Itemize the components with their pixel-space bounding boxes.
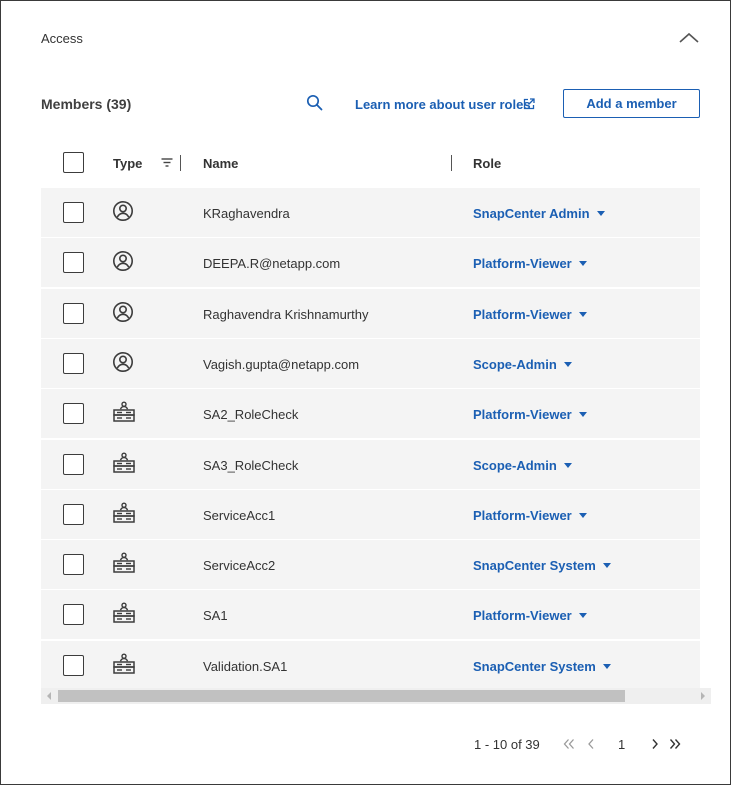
row-checkbox[interactable]: [63, 554, 84, 575]
table-row: Validation.SA1 SnapCenter System: [41, 641, 700, 690]
service-account-icon: [112, 502, 135, 524]
row-checkbox[interactable]: [63, 353, 84, 374]
row-checkbox[interactable]: [63, 655, 84, 676]
service-account-icon: [112, 401, 135, 423]
service-account-icon: [112, 552, 135, 574]
column-header-type: Type: [113, 156, 143, 171]
member-name: Validation.SA1: [203, 659, 288, 674]
external-link-icon[interactable]: [523, 98, 535, 110]
column-resize-handle[interactable]: [180, 155, 181, 171]
role-label: SnapCenter System: [473, 659, 596, 674]
member-name: ServiceAcc1: [203, 508, 276, 523]
member-name: KRaghavendra: [203, 206, 290, 221]
service-account-icon: [112, 602, 135, 624]
table-row: Raghavendra Krishnamurthy Platform-Viewer: [41, 289, 700, 338]
horizontal-scrollbar[interactable]: [41, 688, 711, 704]
search-icon[interactable]: [305, 93, 325, 113]
caret-down-icon: [596, 211, 605, 217]
role-dropdown[interactable]: Platform-Viewer: [473, 508, 587, 523]
role-dropdown[interactable]: SnapCenter System: [473, 558, 611, 573]
role-dropdown[interactable]: SnapCenter System: [473, 659, 611, 674]
row-checkbox[interactable]: [63, 303, 84, 324]
role-dropdown[interactable]: Platform-Viewer: [473, 256, 587, 271]
scroll-left-arrow[interactable]: [47, 692, 51, 700]
caret-down-icon: [578, 613, 587, 619]
caret-down-icon: [563, 362, 572, 368]
members-title: Members (39): [41, 96, 132, 112]
user-circle-icon: [112, 351, 134, 373]
current-page-number[interactable]: 1: [618, 737, 625, 752]
member-name: Vagish.gupta@netapp.com: [203, 357, 360, 372]
table-row: KRaghavendra SnapCenter Admin: [41, 188, 700, 237]
column-header-role: Role: [473, 156, 502, 171]
scrollbar-thumb[interactable]: [58, 690, 625, 702]
role-dropdown[interactable]: SnapCenter Admin: [473, 206, 605, 221]
member-name: Raghavendra Krishnamurthy: [203, 307, 369, 322]
role-label: Platform-Viewer: [473, 307, 572, 322]
role-label: SnapCenter System: [473, 558, 596, 573]
role-dropdown[interactable]: Platform-Viewer: [473, 608, 587, 623]
table-row: ServiceAcc2 SnapCenter System: [41, 540, 700, 589]
select-all-checkbox[interactable]: [63, 152, 84, 173]
row-checkbox[interactable]: [63, 604, 84, 625]
add-member-button[interactable]: Add a member: [563, 89, 700, 118]
role-dropdown[interactable]: Scope-Admin: [473, 357, 572, 372]
table-row: ServiceAcc1 Platform-Viewer: [41, 490, 700, 539]
caret-down-icon: [602, 563, 611, 569]
role-label: Platform-Viewer: [473, 508, 572, 523]
section-title: Access: [41, 31, 83, 46]
role-label: Scope-Admin: [473, 458, 557, 473]
caret-down-icon: [578, 412, 587, 418]
row-checkbox[interactable]: [63, 403, 84, 424]
member-name: ServiceAcc2: [203, 558, 276, 573]
table-row: Vagish.gupta@netapp.com Scope-Admin: [41, 339, 700, 388]
role-label: Scope-Admin: [473, 357, 557, 372]
table-row: DEEPA.R@netapp.com Platform-Viewer: [41, 238, 700, 287]
role-label: SnapCenter Admin: [473, 206, 590, 221]
member-name: SA2_RoleCheck: [203, 407, 299, 422]
member-name: SA3_RoleCheck: [203, 458, 299, 473]
service-account-icon: [112, 452, 135, 474]
double-chevron-left-icon[interactable]: [561, 736, 577, 752]
chevron-left-icon[interactable]: [583, 736, 599, 752]
caret-down-icon: [578, 312, 587, 318]
member-name: SA1: [203, 608, 228, 623]
double-chevron-right-icon[interactable]: [667, 736, 683, 752]
caret-down-icon: [578, 513, 587, 519]
role-dropdown[interactable]: Platform-Viewer: [473, 407, 587, 422]
row-checkbox[interactable]: [63, 202, 84, 223]
service-account-icon: [112, 653, 135, 675]
user-circle-icon: [112, 200, 134, 222]
row-checkbox[interactable]: [63, 252, 84, 273]
table-row: SA2_RoleCheck Platform-Viewer: [41, 389, 700, 438]
row-checkbox[interactable]: [63, 454, 84, 475]
caret-down-icon: [563, 463, 572, 469]
learn-more-link[interactable]: Learn more about user roles: [355, 97, 531, 112]
role-label: Platform-Viewer: [473, 256, 572, 271]
caret-down-icon: [578, 261, 587, 267]
user-circle-icon: [112, 250, 134, 272]
caret-down-icon: [602, 664, 611, 670]
member-name: DEEPA.R@netapp.com: [203, 256, 341, 271]
pagination-range: 1 - 10 of 39: [474, 737, 540, 752]
table-row: SA3_RoleCheck Scope-Admin: [41, 440, 700, 489]
role-label: Platform-Viewer: [473, 407, 572, 422]
scroll-right-arrow[interactable]: [701, 692, 705, 700]
access-panel: Access Members (39) Learn more about use…: [0, 0, 731, 785]
filter-icon[interactable]: [161, 157, 173, 169]
row-checkbox[interactable]: [63, 504, 84, 525]
chevron-right-icon[interactable]: [647, 736, 663, 752]
user-circle-icon: [112, 301, 134, 323]
role-dropdown[interactable]: Platform-Viewer: [473, 307, 587, 322]
role-label: Platform-Viewer: [473, 608, 572, 623]
table-row: SA1 Platform-Viewer: [41, 590, 700, 639]
chevron-up-icon[interactable]: [677, 29, 701, 47]
role-dropdown[interactable]: Scope-Admin: [473, 458, 572, 473]
column-header-name: Name: [203, 156, 239, 171]
column-resize-handle[interactable]: [451, 155, 452, 171]
